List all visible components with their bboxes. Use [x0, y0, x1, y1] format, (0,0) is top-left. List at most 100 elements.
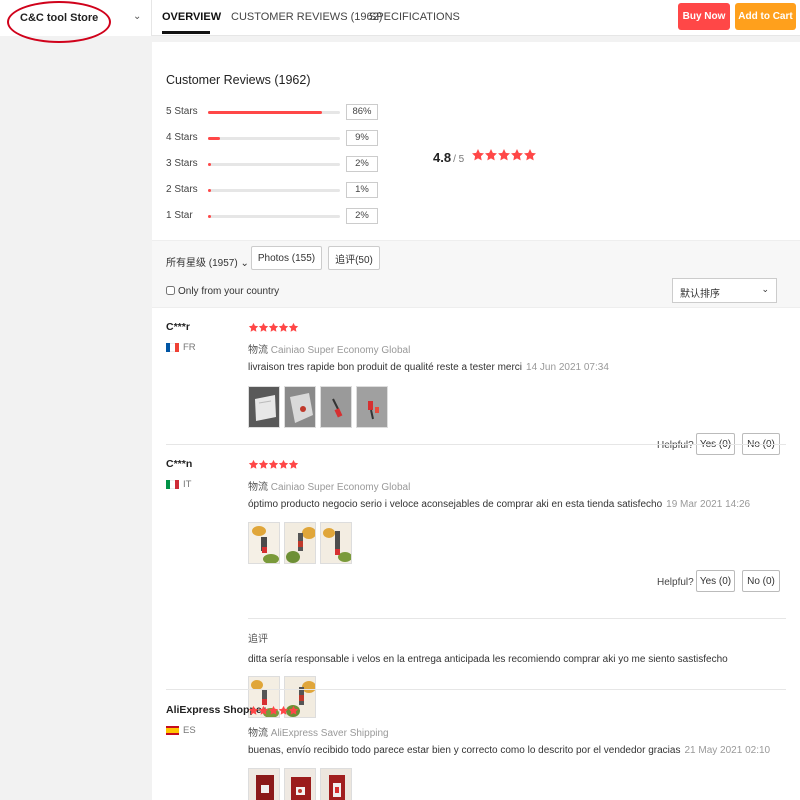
average-out-of: / 5 — [453, 154, 465, 165]
sort-dropdown[interactable]: 默认排序 ⌄ — [672, 278, 777, 303]
rating-bar — [208, 189, 340, 192]
review-photo[interactable] — [320, 768, 352, 800]
rating-bar-fill — [208, 215, 211, 218]
review-date: 21 May 2021 02:10 — [684, 745, 771, 756]
reviewer-country: FR — [183, 342, 196, 353]
rating-label: 5 Stars — [166, 106, 198, 117]
review-photo[interactable] — [320, 522, 352, 564]
rating-label: 3 Stars — [166, 158, 198, 169]
shipping-method: Cainiao Super Economy Global — [270, 345, 411, 356]
review-stars-icon — [248, 322, 299, 332]
rating-percent: 1% — [346, 182, 378, 198]
shipping-prefix: 物流 — [248, 482, 268, 493]
country-checkbox-input[interactable] — [166, 286, 175, 295]
active-tab-indicator — [162, 31, 210, 34]
chevron-down-icon[interactable]: ⌄ — [133, 11, 141, 22]
review-photo[interactable] — [248, 768, 280, 800]
review-photo[interactable] — [356, 386, 388, 428]
chevron-down-icon: ⌄ — [240, 258, 249, 269]
rating-row-5[interactable]: 5 Stars 86% — [166, 104, 386, 122]
review-stars-icon — [248, 705, 299, 715]
helpful-label: Helpful? — [657, 440, 694, 451]
additional-reviews-button[interactable]: 追评(50) — [328, 246, 380, 270]
rating-bar — [208, 111, 340, 114]
review-body: livraison tres rapide bon produit de qua… — [248, 362, 523, 373]
shipping-method: AliExpress Saver Shipping — [270, 728, 389, 739]
review-date: 19 Mar 2021 14:26 — [666, 499, 751, 510]
buy-now-button[interactable]: Buy Now — [678, 3, 730, 30]
shipping-info: 物流 Cainiao Super Economy Global — [248, 478, 410, 493]
tab-customer-reviews[interactable]: CUSTOMER REVIEWS (1962) — [231, 11, 382, 23]
helpful-yes-button[interactable]: Yes (0) — [696, 570, 735, 592]
review-photo[interactable] — [284, 768, 316, 800]
reviews-title: Customer Reviews (1962) — [166, 73, 311, 87]
review-photo[interactable] — [248, 522, 280, 564]
review-photo[interactable] — [284, 386, 316, 428]
france-flag-icon — [166, 343, 179, 352]
tab-specifications[interactable]: SPECIFICATIONS — [369, 11, 460, 23]
rating-row-3[interactable]: 3 Stars 2% — [166, 156, 386, 174]
review-photo[interactable] — [248, 386, 280, 428]
review-stars-icon — [248, 459, 299, 469]
rating-summary: Customer Reviews (1962) 5 Stars 86% 4 St… — [152, 42, 800, 240]
rating-bar-fill — [208, 163, 211, 166]
reviewer-country: ES — [183, 725, 196, 736]
rating-percent: 2% — [346, 208, 378, 224]
highlight-circle — [7, 1, 111, 43]
reviewer-country: IT — [183, 479, 192, 490]
rating-bar — [208, 163, 340, 166]
top-nav-bar: C&C tool Store ⌄ OVERVIEW CUSTOMER REVIE… — [0, 0, 800, 43]
average-score: 4.8 — [433, 150, 452, 165]
reviews-panel: Customer Reviews (1962) 5 Stars 86% 4 St… — [152, 42, 800, 800]
add-to-cart-button[interactable]: Add to Cart — [735, 3, 796, 30]
average-rating: 4.8/ 5 — [433, 149, 536, 165]
chevron-down-icon: ⌄ — [761, 284, 769, 294]
shipping-method: Cainiao Super Economy Global — [270, 482, 411, 493]
rating-row-1[interactable]: 1 Star 2% — [166, 208, 386, 226]
review-text: óptimo producto negocio serio i veloce a… — [248, 499, 750, 510]
review-body: buenas, envío recibido todo parece estar… — [248, 745, 681, 756]
only-country-checkbox[interactable]: Only from your country — [166, 286, 279, 297]
sort-label: 默认排序 — [680, 289, 720, 300]
store-selector[interactable]: C&C tool Store ⌄ — [0, 0, 152, 43]
average-stars-icon — [472, 149, 536, 161]
shipping-prefix: 物流 — [248, 345, 268, 356]
additional-review-text: ditta sería responsable i velos en la en… — [248, 654, 728, 665]
rating-row-4[interactable]: 4 Stars 9% — [166, 130, 386, 148]
rating-bar-fill — [208, 137, 220, 140]
helpful-label: Helpful? — [657, 577, 694, 588]
shipping-info: 物流 AliExpress Saver Shipping — [248, 724, 389, 739]
rating-label: 4 Stars — [166, 132, 198, 143]
italy-flag-icon — [166, 480, 179, 489]
reviewer-name: C***r — [166, 321, 190, 333]
review-text: livraison tres rapide bon produit de qua… — [248, 362, 609, 373]
review-date: 14 Jun 2021 07:34 — [526, 362, 609, 373]
rating-percent: 9% — [346, 130, 378, 146]
rating-percent: 2% — [346, 156, 378, 172]
rating-percent: 86% — [346, 104, 378, 120]
review-text: buenas, envío recibido todo parece estar… — [248, 745, 770, 756]
rating-bar-fill — [208, 189, 211, 192]
only-country-label: Only from your country — [178, 286, 280, 297]
rating-bar — [208, 215, 340, 218]
review-filters: 所有星级 (1957) ⌄ Photos (155) 追评(50) Only f… — [152, 240, 800, 308]
reviewer-name: C***n — [166, 458, 193, 470]
review-photo[interactable] — [284, 522, 316, 564]
spain-flag-icon — [166, 726, 179, 735]
review-divider — [166, 689, 786, 690]
review-photo[interactable] — [320, 386, 352, 428]
shipping-prefix: 物流 — [248, 728, 268, 739]
all-ratings-dropdown[interactable]: 所有星级 (1957) ⌄ — [166, 254, 249, 269]
all-ratings-label: 所有星级 (1957) — [166, 258, 238, 269]
additional-review-divider — [248, 618, 786, 619]
rating-label: 1 Star — [166, 210, 193, 221]
rating-bar — [208, 137, 340, 140]
helpful-no-button[interactable]: No (0) — [742, 570, 780, 592]
tab-overview[interactable]: OVERVIEW — [162, 11, 221, 23]
review-body: óptimo producto negocio serio i veloce a… — [248, 499, 663, 510]
rating-row-2[interactable]: 2 Stars 1% — [166, 182, 386, 200]
shipping-info: 物流 Cainiao Super Economy Global — [248, 341, 410, 356]
photos-filter-button[interactable]: Photos (155) — [251, 246, 322, 270]
rating-label: 2 Stars — [166, 184, 198, 195]
review-divider — [166, 444, 786, 445]
